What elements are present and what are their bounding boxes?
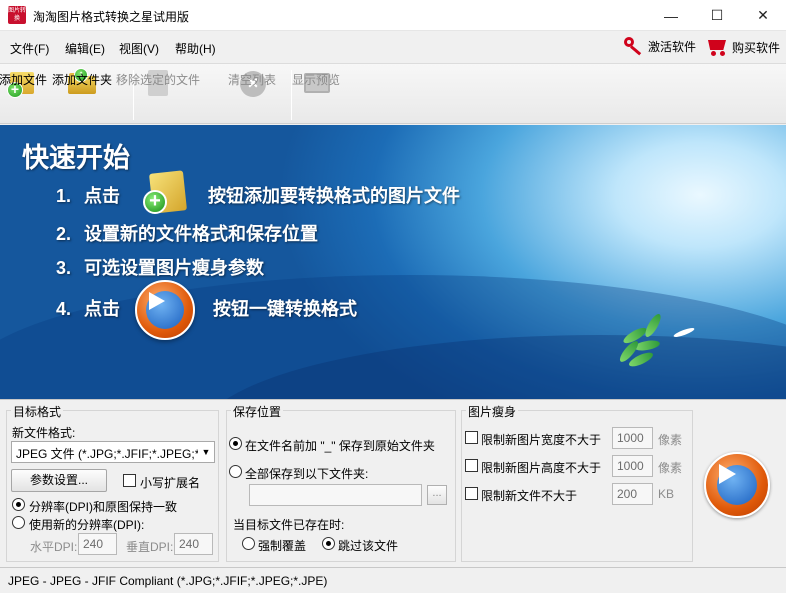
toolbar: + 添加文件 ↑ 添加文件夹 移除选定的文件 × 清空列表 显示预览 <box>0 63 786 124</box>
browse-folder-button[interactable]: ... <box>427 485 447 505</box>
step-4-after: 按钮一键转换格式 <box>213 299 357 319</box>
overwrite-radio[interactable] <box>242 537 255 550</box>
lowercase-ext-label: 小写扩展名 <box>140 476 201 490</box>
close-button[interactable]: ✕ <box>740 0 786 31</box>
menu-view[interactable]: 视图(V) <box>119 40 159 57</box>
limit-width-checkbox[interactable] <box>465 431 478 444</box>
status-text: JPEG - JPEG - JFIF Compliant (*.JPG;*.JF… <box>8 574 328 588</box>
format-select-value: JPEG 文件 (*.JPG;*.JFIF;*.JPEG;* <box>16 447 200 461</box>
limit-height-checkbox[interactable] <box>465 459 478 472</box>
exists-label: 当目标文件已存在时: <box>233 518 345 532</box>
params-settings-button[interactable]: 参数设置... <box>11 469 107 492</box>
save-all-label: 全部保存到以下文件夹: <box>245 467 369 481</box>
buy-label: 购买软件 <box>732 40 781 55</box>
step-1-after: 按钮添加要转换格式的图片文件 <box>208 186 460 206</box>
add-file-step-icon: + <box>143 170 189 214</box>
v-dpi-input[interactable]: 240 <box>174 533 213 555</box>
activate-software-button[interactable]: 激活软件 <box>624 37 697 56</box>
format-select[interactable]: JPEG 文件 (*.JPG;*.JFIF;*.JPEG;* ▼ <box>11 441 215 463</box>
save-all-radio[interactable] <box>229 465 242 478</box>
lowercase-ext-checkbox[interactable] <box>123 474 136 487</box>
add-file-button[interactable]: + 添加文件 <box>0 68 47 98</box>
clear-list-label: 清空列表 <box>228 73 277 87</box>
add-folder-label: 添加文件夹 <box>52 73 113 87</box>
quick-start-banner: 快速开始 1. 点击 + 按钮添加要转换格式的图片文件 2. 设置新的文件格式和保存… <box>0 125 786 399</box>
buy-software-button[interactable]: 购买软件 <box>705 37 780 57</box>
banner-title: 快速开始 <box>22 143 130 173</box>
add-file-label: 添加文件 <box>0 73 48 87</box>
limit-size-input[interactable]: 200 <box>612 483 653 505</box>
target-format-title: 目标格式 <box>11 403 64 420</box>
menu-file[interactable]: 文件(F) <box>10 40 49 57</box>
bird-decoration <box>673 327 695 337</box>
clear-list-button[interactable]: × 清空列表 <box>228 68 276 98</box>
save-original-label: 在文件名前加 "_" 保存到原始文件夹 <box>245 439 435 453</box>
save-folder-input[interactable] <box>249 484 422 506</box>
status-bar: JPEG - JPEG - JFIF Compliant (*.JPG;*.JF… <box>0 567 786 593</box>
dpi-keep-radio[interactable] <box>12 498 25 511</box>
h-dpi-input[interactable]: 240 <box>78 533 117 555</box>
skip-label: 跳过该文件 <box>338 539 399 553</box>
step-3: 3. 可选设置图片瘦身参数 <box>56 258 264 278</box>
limit-size-checkbox[interactable] <box>465 487 478 500</box>
menu-bar: 文件(F) 编辑(E) 视图(V) 帮助(H) 激活软件 购买软件 <box>0 32 786 62</box>
skip-radio[interactable] <box>322 537 335 550</box>
shopping-cart-icon <box>705 37 729 57</box>
limit-size-label: 限制新文件不大于 <box>481 489 578 503</box>
limit-width-input[interactable]: 1000 <box>612 427 653 449</box>
start-convert-button[interactable] <box>704 452 770 518</box>
dpi-new-label: 使用新的分辨率(DPI): <box>29 518 145 532</box>
add-folder-button[interactable]: ↑ 添加文件夹 <box>52 68 112 98</box>
chevron-down-icon: ▼ <box>198 442 214 462</box>
v-dpi-label: 垂直DPI: <box>126 540 174 554</box>
step-2: 2. 设置新的文件格式和保存位置 <box>56 224 318 244</box>
limit-height-input[interactable]: 1000 <box>612 455 653 477</box>
save-original-radio[interactable] <box>229 437 242 450</box>
new-format-label: 新文件格式: <box>12 426 76 440</box>
step-1: 1. 点击 <box>56 186 120 206</box>
size-unit-label: KB <box>658 487 675 501</box>
convert-step-icon <box>135 280 195 340</box>
limit-height-label: 限制新图片高度不大于 <box>481 461 602 475</box>
maximize-button[interactable]: ☐ <box>694 0 740 31</box>
dpi-new-radio[interactable] <box>12 516 25 529</box>
show-preview-label: 显示预览 <box>292 73 341 87</box>
remove-selected-button[interactable]: 移除选定的文件 <box>116 68 200 98</box>
limit-width-label: 限制新图片宽度不大于 <box>481 433 602 447</box>
show-preview-button[interactable]: 显示预览 <box>292 68 340 98</box>
app-icon: 图片转换 <box>8 6 26 24</box>
play-arrow-icon <box>719 464 736 484</box>
step-4: 4. 点击 <box>56 299 120 319</box>
height-unit-label: 像素 <box>658 461 683 475</box>
dpi-keep-label: 分辨率(DPI)和原图保持一致 <box>29 500 177 514</box>
slimming-title: 图片瘦身 <box>466 403 519 420</box>
width-unit-label: 像素 <box>658 433 683 447</box>
save-location-title: 保存位置 <box>231 403 284 420</box>
menu-help[interactable]: 帮助(H) <box>175 40 216 57</box>
remove-selected-label: 移除选定的文件 <box>116 73 201 87</box>
bamboo-leaves-decoration <box>612 311 682 371</box>
title-bar: 图片转换 淘淘图片格式转换之星试用版 — ☐ ✕ <box>0 0 786 31</box>
h-dpi-label: 水平DPI: <box>30 540 78 554</box>
minimize-button[interactable]: — <box>648 0 694 31</box>
activate-label: 激活软件 <box>648 39 697 54</box>
window-title: 淘淘图片格式转换之星试用版 <box>33 10 190 24</box>
key-icon <box>624 37 644 56</box>
menu-edit[interactable]: 编辑(E) <box>65 40 105 57</box>
overwrite-label: 强制覆盖 <box>258 539 307 553</box>
